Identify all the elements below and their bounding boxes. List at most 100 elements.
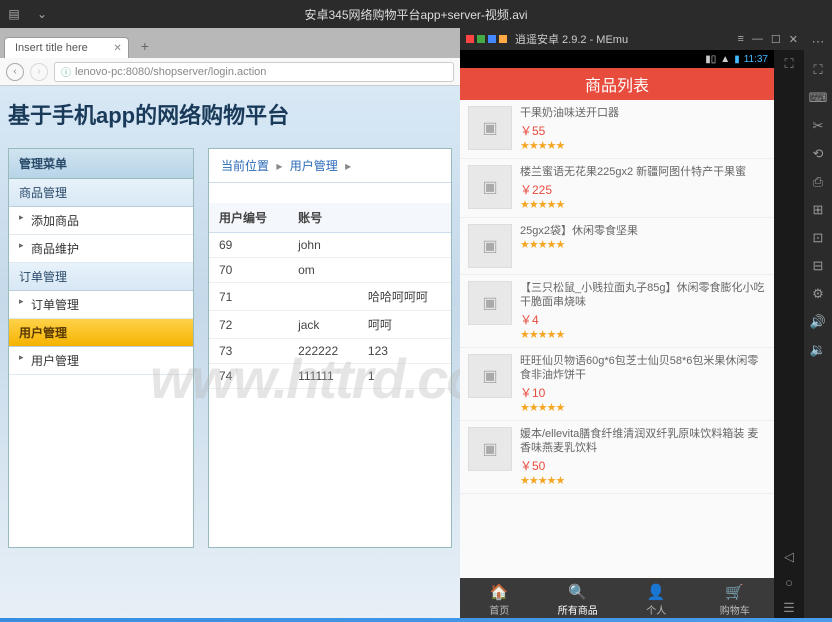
star-rating: ★★★★★ bbox=[520, 474, 766, 487]
tool-gear-icon[interactable]: ⚙ bbox=[812, 284, 824, 304]
menu-item[interactable]: 订单管理 bbox=[9, 291, 193, 319]
product-price: ￥4 bbox=[520, 311, 766, 328]
table-row[interactable]: 71哈哈呵呵呵 bbox=[209, 283, 451, 311]
tool-location-icon[interactable]: ⊞ bbox=[813, 200, 824, 220]
product-thumb: ▣ bbox=[468, 165, 512, 209]
tool-scissors-icon[interactable]: ✂ bbox=[813, 116, 824, 136]
sidebar-menu: 管理菜单 商品管理添加商品商品维护订单管理订单管理用户管理用户管理 bbox=[8, 148, 194, 548]
home-key[interactable]: ○ bbox=[785, 575, 793, 590]
menu-header: 管理菜单 bbox=[9, 149, 193, 179]
menu-item[interactable]: 添加商品 bbox=[9, 207, 193, 235]
url-input[interactable]: ⓘ lenovo-pc:8080/shopserver/login.action bbox=[54, 62, 454, 82]
back-button[interactable]: ‹ bbox=[6, 63, 24, 81]
tool-rotate-icon[interactable]: ⟲ bbox=[813, 144, 824, 164]
product-name: 【三只松鼠_小贱拉面丸子85g】休闲零食膨化小吃干脆面串烧味 bbox=[520, 281, 766, 309]
product-price: ￥10 bbox=[520, 384, 766, 401]
maximize-button[interactable]: ☐ bbox=[771, 33, 781, 46]
browser-tab[interactable]: Insert title here ✕ bbox=[4, 37, 129, 58]
breadcrumb: 当前位置 ▸ 用户管理 ▸ bbox=[209, 149, 451, 183]
recent-key[interactable]: ☰ bbox=[783, 600, 795, 616]
product-thumb: ▣ bbox=[468, 354, 512, 398]
emulator-titlebar: 逍遥安卓 2.9.2 - MEmu ≡ — ☐ ✕ bbox=[460, 28, 804, 50]
nav-item[interactable]: 🏠首页 bbox=[460, 578, 539, 622]
page-title: 基于手机app的网络购物平台 bbox=[8, 98, 452, 130]
signal-icon: ▮▯ bbox=[705, 54, 716, 65]
wifi-icon: ▲ bbox=[720, 54, 730, 65]
emulator-toolbar: ⋯ ⛶ ⌨ ✂ ⟲ ⎙ ⊞ ⊡ ⊟ ⚙ 🔊 🔉 bbox=[804, 28, 832, 622]
forward-button[interactable]: › bbox=[30, 63, 48, 81]
product-item[interactable]: ▣媛本/ellevita膳食纤维清润双纤乳原味饮料箱装 麦香味燕麦乳饮料￥50★… bbox=[460, 421, 774, 494]
nav-item[interactable]: 👤个人 bbox=[617, 578, 696, 622]
tab-title: Insert title here bbox=[15, 42, 88, 54]
breadcrumb-current[interactable]: 当前位置 bbox=[221, 159, 269, 173]
product-item[interactable]: ▣ 干果奶油味送开口器 ￥55★★★★★ bbox=[460, 100, 774, 159]
product-thumb: ▣ bbox=[468, 106, 512, 150]
dropdown-icon[interactable]: ⌄ bbox=[28, 0, 56, 28]
nav-icon: 👤 bbox=[647, 583, 666, 601]
menu-item[interactable]: 用户管理 bbox=[9, 347, 193, 375]
tool-more-icon[interactable]: ⋯ bbox=[812, 32, 825, 52]
table-row[interactable]: 69john bbox=[209, 233, 451, 258]
product-name: 旺旺仙贝物语60g*6包芝士仙贝58*6包米果休闲零食非油炸饼干 bbox=[520, 354, 766, 382]
main-panel: 当前位置 ▸ 用户管理 ▸ 用户编号账号 69john70om71哈哈呵呵呵72… bbox=[208, 148, 452, 548]
star-rating: ★★★★★ bbox=[520, 139, 766, 152]
address-bar: ‹ › ⓘ lenovo-pc:8080/shopserver/login.ac… bbox=[0, 58, 460, 86]
table-row[interactable]: 741111111 bbox=[209, 364, 451, 389]
product-item[interactable]: ▣楼兰蜜语无花果225gx2 新疆阿图什特产干果蜜￥225★★★★★ bbox=[460, 159, 774, 218]
menu-item[interactable]: 商品维护 bbox=[9, 235, 193, 263]
tool-folder-icon[interactable]: ⊟ bbox=[813, 256, 824, 276]
product-item[interactable]: ▣旺旺仙贝物语60g*6包芝士仙贝58*6包米果休闲零食非油炸饼干￥10★★★★… bbox=[460, 348, 774, 421]
nav-item[interactable]: 🔍所有商品 bbox=[539, 578, 618, 622]
tool-fullscreen-icon[interactable]: ⛶ bbox=[813, 60, 822, 80]
menu-icon[interactable]: ▤ bbox=[0, 0, 28, 28]
nav-item[interactable]: 🛒购物车 bbox=[696, 578, 775, 622]
nav-icon: 🏠 bbox=[490, 583, 509, 601]
user-table: 用户编号账号 69john70om71哈哈呵呵呵72jack呵呵73222222… bbox=[209, 203, 451, 389]
table-row[interactable]: 70om bbox=[209, 258, 451, 283]
menu-group: 商品管理 bbox=[9, 179, 193, 207]
tool-shake-icon[interactable]: ⊡ bbox=[813, 228, 824, 248]
nav-label: 个人 bbox=[646, 602, 666, 617]
minimize-button[interactable]: — bbox=[752, 33, 763, 45]
star-rating: ★★★★★ bbox=[520, 198, 766, 211]
table-row[interactable]: 73222222123 bbox=[209, 339, 451, 364]
nav-icon: 🔍 bbox=[568, 583, 587, 601]
phone-screen: ▮▯ ▲ ▮ 11:37 商品列表 ▣干果奶油味送开口器￥55★★★★★▣楼兰蜜… bbox=[460, 50, 774, 622]
browser-pane: Insert title here ✕ + ‹ › ⓘ lenovo-pc:80… bbox=[0, 28, 460, 622]
nav-label: 所有商品 bbox=[558, 602, 598, 617]
star-rating: ★★★★★ bbox=[520, 328, 766, 341]
nav-label: 首页 bbox=[489, 602, 509, 617]
product-item[interactable]: ▣25gx2袋】休闲零食坚果★★★★★ bbox=[460, 218, 774, 275]
emulator-menu-icon[interactable]: ≡ bbox=[737, 33, 743, 45]
menu-item-active[interactable]: 用户管理 bbox=[9, 319, 193, 347]
clock: 11:37 bbox=[744, 54, 768, 65]
product-thumb: ▣ bbox=[468, 427, 512, 471]
app-bottom-nav: 🏠首页🔍所有商品👤个人🛒购物车 bbox=[460, 578, 774, 622]
tool-keyboard-icon[interactable]: ⌨ bbox=[809, 88, 828, 108]
menu-group: 订单管理 bbox=[9, 263, 193, 291]
back-key[interactable]: ◁ bbox=[784, 549, 794, 565]
close-icon[interactable]: ✕ bbox=[113, 43, 121, 54]
product-item[interactable]: ▣【三只松鼠_小贱拉面丸子85g】休闲零食膨化小吃干脆面串烧味￥4★★★★★ bbox=[460, 275, 774, 348]
expand-icon[interactable]: ⛶ bbox=[784, 56, 793, 72]
product-name: 楼兰蜜语无花果225gx2 新疆阿图什特产干果蜜 bbox=[520, 165, 766, 179]
product-price: ￥55 bbox=[520, 122, 766, 139]
column-header: 账号 bbox=[288, 203, 358, 233]
tool-voldown-icon[interactable]: 🔉 bbox=[810, 340, 826, 360]
new-tab-button[interactable]: + bbox=[133, 38, 157, 58]
close-button[interactable]: ✕ bbox=[789, 33, 798, 46]
tool-apk-icon[interactable]: ⎙ bbox=[813, 172, 823, 192]
table-row[interactable]: 72jack呵呵 bbox=[209, 311, 451, 339]
android-softkeys: ⛶ ◁ ○ ☰ bbox=[774, 50, 804, 622]
battery-icon: ▮ bbox=[734, 54, 740, 65]
windows-taskbar[interactable] bbox=[0, 618, 832, 622]
nav-icon: 🛒 bbox=[725, 583, 744, 601]
tool-volup-icon[interactable]: 🔊 bbox=[810, 312, 826, 332]
url-text: lenovo-pc:8080/shopserver/login.action bbox=[75, 66, 266, 78]
column-header bbox=[358, 203, 451, 233]
product-name: 干果奶油味送开口器 bbox=[520, 106, 766, 120]
product-price: ￥50 bbox=[520, 457, 766, 474]
breadcrumb-link[interactable]: 用户管理 bbox=[290, 159, 338, 173]
page-content: 基于手机app的网络购物平台 管理菜单 商品管理添加商品商品维护订单管理订单管理… bbox=[0, 86, 460, 622]
product-list[interactable]: ▣干果奶油味送开口器￥55★★★★★▣楼兰蜜语无花果225gx2 新疆阿图什特产… bbox=[460, 100, 774, 578]
